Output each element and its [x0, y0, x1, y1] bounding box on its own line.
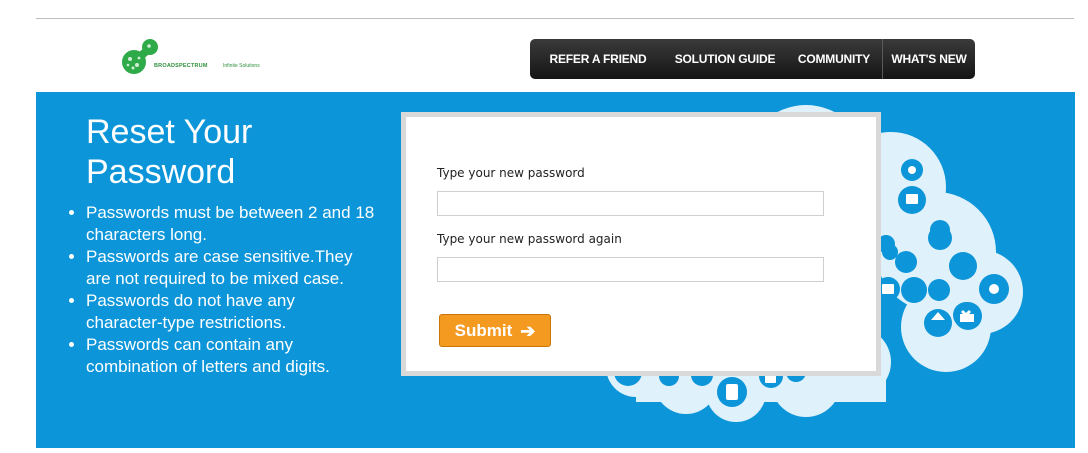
logo-tagline: Infinite Solutions	[223, 63, 260, 69]
reset-password-banner: Reset Your Password Passwords must be be…	[36, 92, 1075, 448]
password-rule: Passwords can contain any combination of…	[86, 334, 376, 378]
main-nav: REFER A FRIEND SOLUTION GUIDE COMMUNITY …	[530, 39, 975, 79]
submit-button[interactable]: Submit ➔	[439, 314, 551, 347]
confirm-password-label: Type your new password again	[437, 232, 622, 246]
logo-name: BROADSPECTRUM	[154, 63, 208, 69]
confirm-password-input[interactable]	[437, 257, 824, 282]
submit-button-label: Submit	[454, 320, 513, 340]
nav-whats-new[interactable]: WHAT'S NEW	[882, 39, 975, 79]
password-rule: Passwords do not have any character-type…	[86, 290, 376, 334]
logo[interactable]: BROADSPECTRUM Infinite Solutions	[119, 38, 279, 78]
reset-password-form: Type your new password Type your new pas…	[401, 112, 881, 376]
password-rules-list: Passwords must be between 2 and 18 chara…	[68, 202, 376, 378]
logo-mark-icon	[122, 39, 158, 74]
password-rule: Passwords are case sensitive.They are no…	[86, 246, 376, 290]
new-password-input[interactable]	[437, 191, 824, 216]
nav-community[interactable]: COMMUNITY	[786, 39, 882, 79]
new-password-label: Type your new password	[437, 166, 585, 180]
header-divider	[36, 18, 1074, 19]
arrow-right-icon: ➔	[520, 320, 536, 341]
password-rule: Passwords must be between 2 and 18 chara…	[86, 202, 376, 246]
nav-solution-guide[interactable]: SOLUTION GUIDE	[664, 39, 786, 79]
nav-refer-a-friend[interactable]: REFER A FRIEND	[530, 39, 664, 79]
page-title: Reset Your Password	[86, 113, 253, 191]
